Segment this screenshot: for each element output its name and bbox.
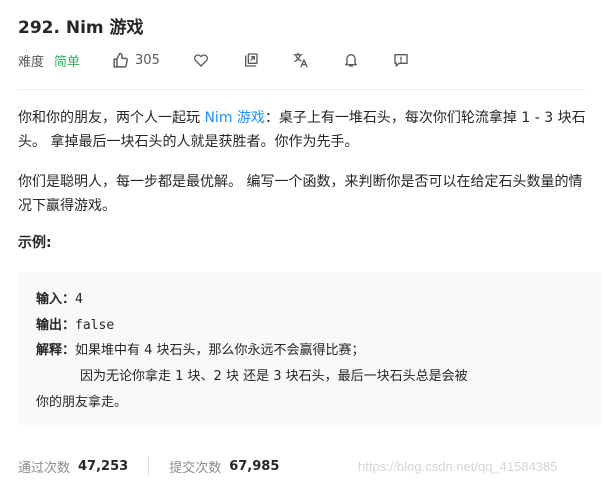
description-paragraph-1: 你和你的朋友，两个人一起玩 Nim 游戏：桌子上有一堆石头，每次你们轮流拿掉 1… — [18, 106, 586, 154]
submitted-count: 67,985 — [229, 458, 280, 474]
example-output-line: 输出：false — [36, 314, 114, 333]
notify-button[interactable] — [342, 51, 360, 69]
explanation-label: 解释： — [36, 343, 76, 358]
description-text: 你和你的朋友，两个人一起玩 — [18, 110, 205, 126]
thumbs-up-icon — [113, 52, 128, 68]
nim-game-link[interactable]: Nim 游戏 — [204, 110, 264, 126]
share-icon — [244, 53, 258, 67]
translate-button[interactable] — [292, 51, 310, 69]
description-paragraph-2: 你们是聪明人，每一步都是最优解。 编写一个函数，来判断你是否可以在给定石头数量的… — [18, 174, 583, 214]
header-divider — [18, 89, 586, 90]
difficulty-label: 难度 — [18, 54, 45, 70]
share-button[interactable] — [242, 51, 260, 69]
feedback-button[interactable] — [392, 51, 410, 69]
example-title: 示例: — [18, 235, 52, 251]
favorite-button[interactable] — [192, 51, 210, 69]
explanation-continuation: 因为无论你拿走 1 块、2 块 还是 3 块石头，最后一块石头总是会被 — [80, 369, 468, 384]
difficulty-value: 简单 — [54, 54, 81, 70]
like-button[interactable]: 305 — [112, 52, 160, 69]
example-code-block: 输入：4 输出：false 解释：如果堆中有 4 块石头，那么你永远不会赢得比赛… — [18, 272, 601, 425]
output-value: false — [75, 318, 115, 333]
example-input-line: 输入：4 — [36, 288, 83, 307]
problem-title: 292. Nim 游戏 — [18, 18, 144, 38]
problem-meta-bar: 难度 简单 305 — [18, 48, 410, 72]
passed-count: 47,253 — [78, 458, 129, 474]
submitted-label: 提交次数 — [169, 460, 222, 476]
like-count: 305 — [135, 52, 160, 68]
bell-icon — [344, 54, 357, 67]
input-label: 输入： — [36, 292, 76, 307]
passed-label: 通过次数 — [18, 460, 71, 476]
stats-divider — [148, 456, 150, 476]
output-label: 输出： — [36, 318, 76, 333]
translate-icon — [293, 52, 308, 68]
heart-icon — [193, 54, 208, 67]
explanation-text: 如果堆中有 4 块石头，那么你永远不会赢得比赛； — [75, 343, 365, 358]
input-value: 4 — [75, 292, 83, 307]
submission-stats: 通过次数 47,253 提交次数 67,985 — [18, 456, 279, 476]
explanation-continuation: 你的朋友拿走。 — [36, 395, 128, 410]
feedback-icon — [394, 54, 408, 67]
watermark: https://blog.csdn.net/qq_41584385 — [358, 459, 558, 474]
example-explanation-line: 解释：如果堆中有 4 块石头，那么你永远不会赢得比赛； — [36, 339, 365, 358]
